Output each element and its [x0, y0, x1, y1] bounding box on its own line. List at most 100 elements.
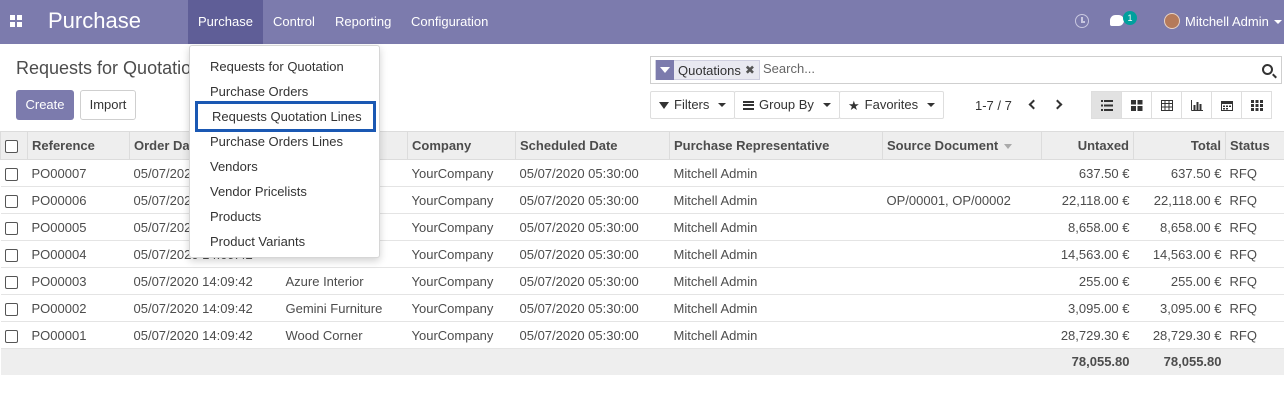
- menu-item-requests-for-quotation[interactable]: Requests for Quotation: [190, 54, 379, 79]
- list-view-icon: [1101, 100, 1113, 111]
- star-icon: ★: [848, 97, 860, 113]
- pivot-view-button[interactable]: [1151, 91, 1182, 119]
- untaxed-total: 78,055.80: [1041, 348, 1134, 375]
- cell-company: YourCompany: [407, 159, 516, 187]
- column-header-company[interactable]: Company: [407, 131, 516, 160]
- pager-next-icon[interactable]: [1052, 98, 1066, 112]
- activity-clock-icon[interactable]: [1075, 14, 1089, 28]
- search-input[interactable]: [763, 61, 1243, 76]
- totals-spacer: [281, 348, 408, 375]
- totals-spacer: [669, 348, 883, 375]
- row-select-cell: [0, 186, 28, 214]
- cell-total: 14,563.00 €: [1133, 240, 1226, 268]
- menu-item-product-variants[interactable]: Product Variants: [190, 229, 379, 254]
- source-document-label: Source Document: [887, 138, 999, 153]
- bar-chart-icon: [1191, 100, 1203, 111]
- menu-item-vendors[interactable]: Vendors: [190, 154, 379, 179]
- row-select-cell: [0, 294, 28, 322]
- menu-reporting[interactable]: Reporting: [325, 0, 401, 44]
- table-row[interactable]: PO00002 05/07/2020 14:09:42 Gemini Furnitu…: [0, 294, 1284, 322]
- cell-reference: PO00004: [27, 240, 130, 268]
- column-header-total[interactable]: Total: [1133, 131, 1226, 160]
- row-checkbox[interactable]: [4, 248, 18, 262]
- menu-item-purchase-orders-lines[interactable]: Purchase Orders Lines: [190, 129, 379, 154]
- menu-control[interactable]: Control: [263, 0, 325, 44]
- table-row[interactable]: PO00001 05/07/2020 14:09:42 Wood Corner You…: [0, 321, 1284, 349]
- list-view-button[interactable]: [1091, 91, 1122, 119]
- user-menu-name[interactable]: Mitchell Admin: [1185, 0, 1269, 44]
- kanban-view-icon: [1131, 100, 1143, 111]
- messaging-chat-icon[interactable]: [1110, 15, 1124, 26]
- cell-source-document: [882, 267, 1042, 295]
- column-header-source-document[interactable]: Source Document: [882, 131, 1042, 160]
- row-select-cell: [0, 267, 28, 295]
- menu-item-products[interactable]: Products: [190, 204, 379, 229]
- cell-source-document: [882, 213, 1042, 241]
- user-avatar[interactable]: [1164, 13, 1180, 29]
- graph-view-button[interactable]: [1181, 91, 1212, 119]
- row-checkbox[interactable]: [4, 194, 18, 208]
- cell-representative: Mitchell Admin: [669, 240, 883, 268]
- column-header-reference[interactable]: Reference: [27, 131, 130, 160]
- column-header-scheduled-date[interactable]: Scheduled Date: [515, 131, 670, 160]
- chevron-down-icon: [927, 103, 936, 107]
- row-checkbox[interactable]: [4, 302, 18, 316]
- pager-previous-icon[interactable]: [1026, 98, 1040, 112]
- cell-order-date: 05/07/2020 14:09:42: [129, 321, 282, 349]
- calendar-view-button[interactable]: [1211, 91, 1242, 119]
- column-header-status[interactable]: Status: [1225, 131, 1284, 160]
- cell-scheduled-date: 05/07/2020 05:30:00: [515, 159, 670, 187]
- cell-scheduled-date: 05/07/2020 05:30:00: [515, 240, 670, 268]
- cell-scheduled-date: 05/07/2020 05:30:00: [515, 321, 670, 349]
- cell-representative: Mitchell Admin: [669, 213, 883, 241]
- filters-label: Filters: [674, 97, 710, 112]
- cell-source-document: [882, 159, 1042, 187]
- kanban-view-button[interactable]: [1121, 91, 1152, 119]
- row-checkbox[interactable]: [4, 275, 18, 289]
- app-brand[interactable]: Purchase: [48, 8, 141, 34]
- cell-source-document: [882, 240, 1042, 268]
- cell-reference: PO00002: [27, 294, 130, 322]
- breadcrumb-title: Requests for Quotation: [16, 58, 202, 78]
- cell-total: 28,729.30 €: [1133, 321, 1226, 349]
- create-button[interactable]: Create: [16, 90, 74, 120]
- cell-source-document: OP/00001, OP/00002: [882, 186, 1042, 214]
- favorites-button[interactable]: ★ Favorites: [839, 91, 945, 119]
- column-header-representative[interactable]: Purchase Representative: [669, 131, 883, 160]
- cell-company: YourCompany: [407, 294, 516, 322]
- cell-untaxed: 14,563.00 €: [1041, 240, 1134, 268]
- row-checkbox[interactable]: [4, 221, 18, 235]
- activity-grid-icon: [1251, 100, 1263, 111]
- menu-purchase[interactable]: Purchase: [188, 0, 263, 44]
- row-checkbox[interactable]: [4, 329, 18, 343]
- totals-spacer: [27, 348, 130, 375]
- cell-vendor: Azure Interior: [281, 267, 408, 295]
- menu-item-vendor-pricelists[interactable]: Vendor Pricelists: [190, 179, 379, 204]
- select-all-checkbox[interactable]: [5, 140, 18, 154]
- groupby-button[interactable]: Group By: [734, 91, 840, 119]
- chevron-down-icon: [822, 103, 831, 107]
- row-select-cell: [0, 321, 28, 349]
- pager-value[interactable]: 1-7 / 7: [975, 98, 1012, 113]
- cell-order-date: 05/07/2020 14:09:42: [129, 294, 282, 322]
- filters-button[interactable]: Filters: [650, 91, 736, 119]
- activity-view-button[interactable]: [1241, 91, 1272, 119]
- cell-status: RFQ: [1225, 213, 1284, 241]
- row-checkbox[interactable]: [4, 167, 18, 181]
- search-icon[interactable]: [1262, 64, 1273, 75]
- user-menu-caret-icon[interactable]: [1274, 20, 1282, 24]
- column-header-untaxed[interactable]: Untaxed: [1041, 131, 1134, 160]
- totals-spacer: [407, 348, 516, 375]
- view-switcher: [1091, 91, 1272, 119]
- import-button[interactable]: Import: [80, 90, 136, 120]
- cell-scheduled-date: 05/07/2020 05:30:00: [515, 186, 670, 214]
- cell-status: RFQ: [1225, 321, 1284, 349]
- cell-total: 22,118.00 €: [1133, 186, 1226, 214]
- menu-item-requests-quotation-lines[interactable]: Requests Quotation Lines: [195, 101, 376, 132]
- groupby-label: Group By: [759, 97, 814, 112]
- cell-untaxed: 22,118.00 €: [1041, 186, 1134, 214]
- facet-remove-icon[interactable]: ✖: [745, 63, 759, 77]
- menu-configuration[interactable]: Configuration: [401, 0, 498, 44]
- table-row[interactable]: PO00003 05/07/2020 14:09:42 Azure Interior…: [0, 267, 1284, 295]
- apps-menu-icon[interactable]: [10, 15, 22, 27]
